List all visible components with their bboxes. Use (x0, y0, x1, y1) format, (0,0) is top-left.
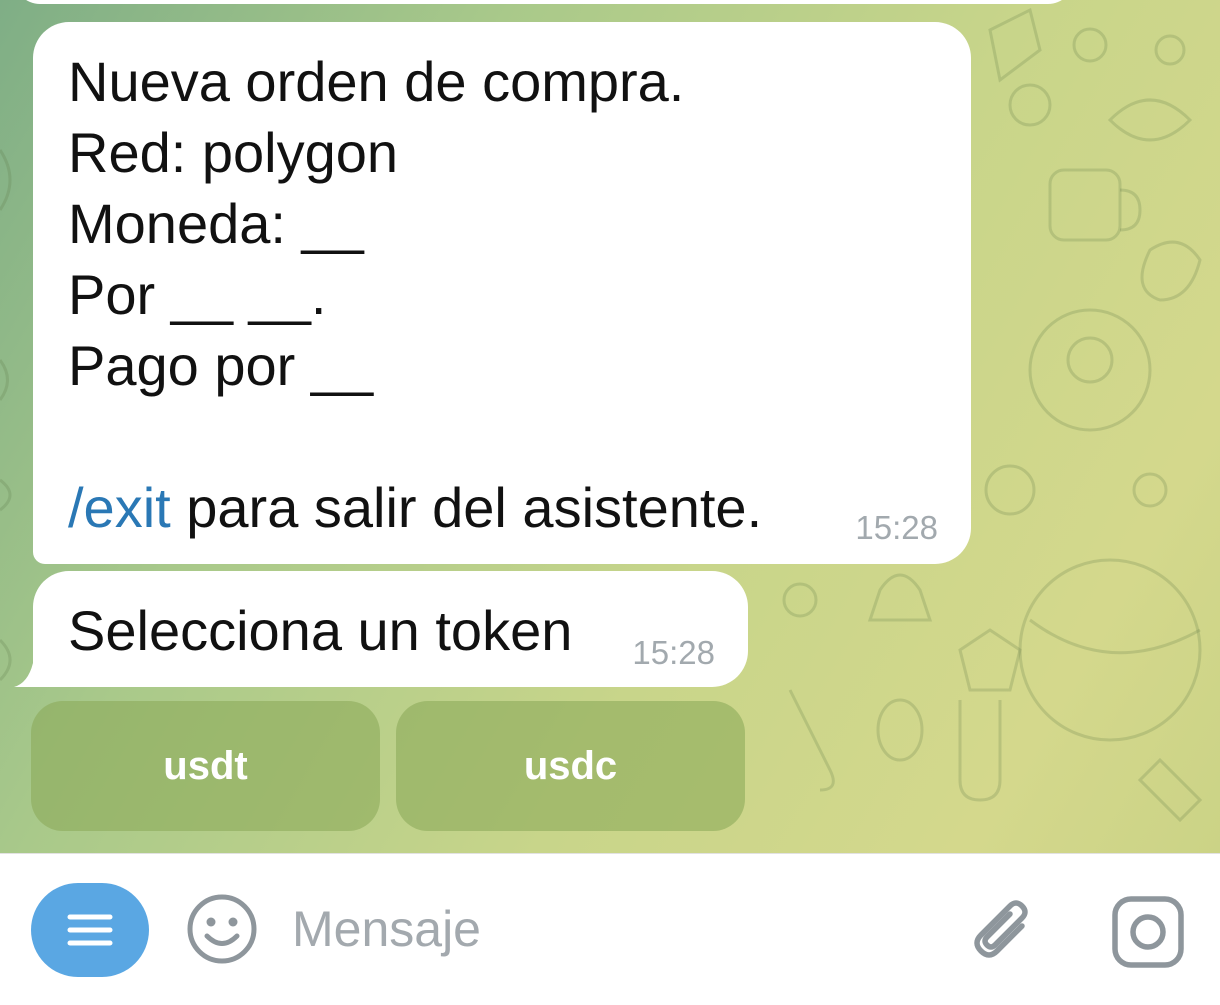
chat-background: Nueva orden de compra. Red: polygon Moneda… (0, 0, 1220, 853)
message-input-bar (0, 853, 1220, 1005)
select-token-text: Selecciona un token (68, 599, 573, 662)
menu-icon (67, 914, 113, 946)
order-line-amount: Por __ __. (68, 263, 327, 326)
order-line-payment: Pago por __ (68, 334, 374, 397)
bubble-tail (14, 663, 44, 687)
order-line-network: Red: polygon (68, 121, 399, 184)
previous-message-bubble (14, 0, 1074, 4)
bot-menu-button[interactable] (31, 883, 149, 977)
keyboard-button-usdc[interactable]: usdc (396, 701, 745, 831)
message-timestamp: 15:28 (632, 634, 715, 671)
camera-icon[interactable] (1110, 894, 1186, 970)
emoji-icon[interactable] (186, 893, 258, 965)
exit-command-link[interactable]: /exit (68, 476, 171, 539)
order-line-blank (68, 401, 762, 472)
message-timestamp: 15:28 (855, 509, 938, 546)
message-input[interactable] (292, 896, 932, 962)
exit-command-text: para salir del asistente. (170, 476, 763, 539)
paperclip-icon[interactable] (970, 896, 1038, 968)
keyboard-button-usdt[interactable]: usdt (31, 701, 380, 831)
order-line-title: Nueva orden de compra. (68, 50, 685, 113)
order-line-currency: Moneda: __ (68, 192, 364, 255)
select-token-message-bubble: Selecciona un token 15:28 (33, 571, 748, 687)
order-line-exit: /exit para salir del asistente. (68, 472, 762, 543)
order-message-text: Nueva orden de compra. Red: polygon Moneda… (68, 46, 762, 543)
order-message-bubble: Nueva orden de compra. Red: polygon Moneda… (33, 22, 971, 564)
